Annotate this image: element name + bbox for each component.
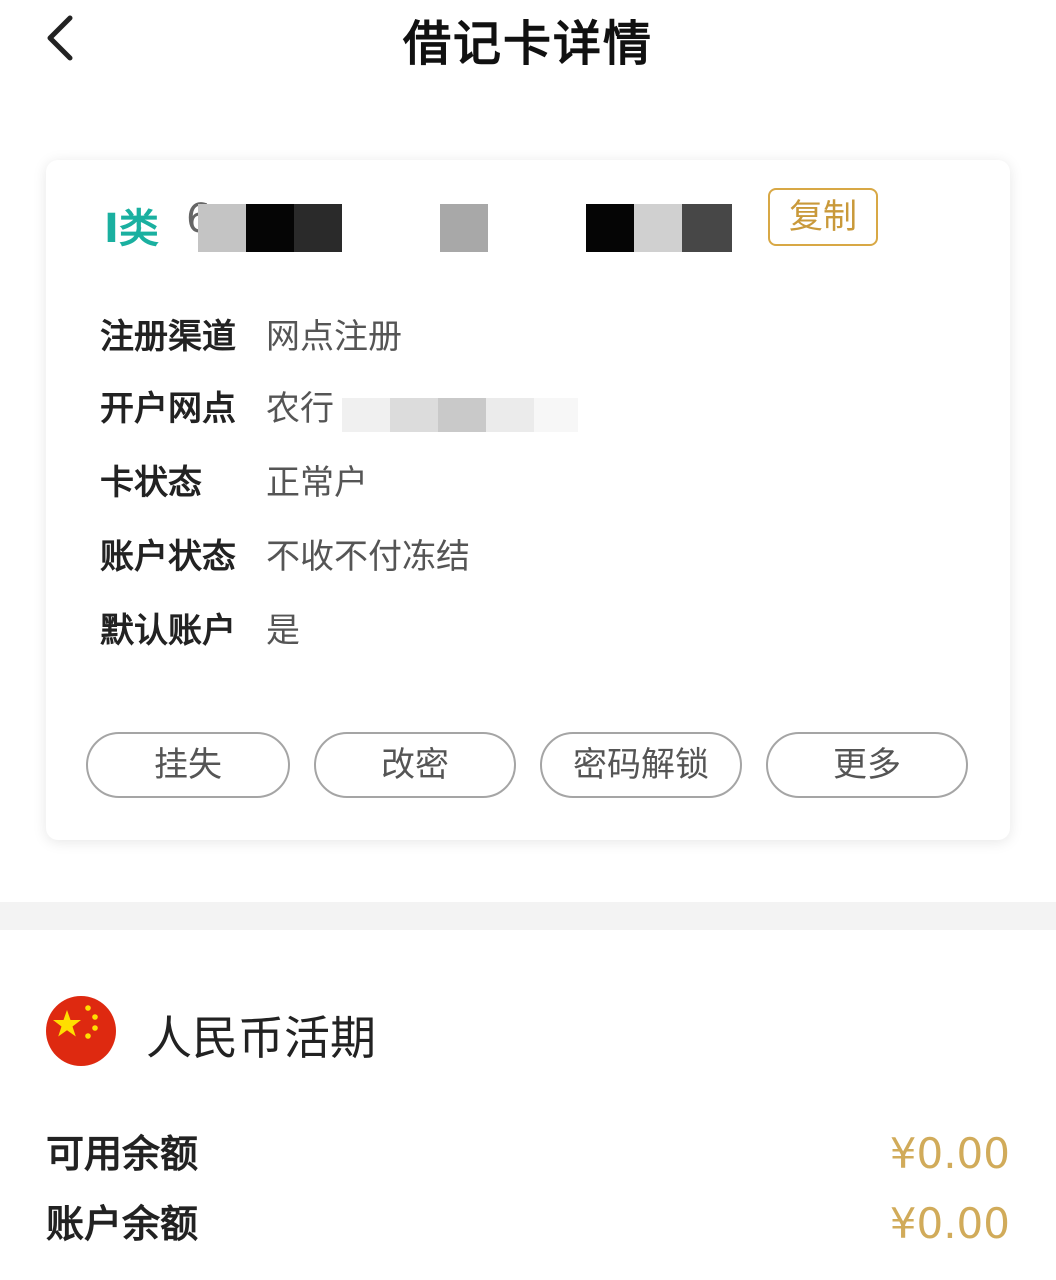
card-number-mask (440, 204, 488, 252)
report-loss-button[interactable]: 挂失 (86, 732, 290, 798)
change-password-button[interactable]: 改密 (314, 732, 516, 798)
copy-button[interactable]: 复制 (768, 188, 878, 246)
more-button[interactable]: 更多 (766, 732, 968, 798)
info-label: 注册渠道 (100, 317, 236, 357)
info-value: 农行 (266, 389, 334, 429)
china-flag-icon (46, 996, 116, 1066)
branch-name-mask (486, 398, 534, 432)
unlock-password-button[interactable]: 密码解锁 (540, 732, 742, 798)
info-value: 不收不付冻结 (266, 537, 470, 577)
info-value: 网点注册 (266, 317, 402, 357)
balance-value: ¥0.00 (889, 1199, 1010, 1248)
branch-name-mask (438, 398, 486, 432)
card-number-mask (682, 204, 732, 252)
section-divider (0, 902, 1056, 930)
branch-name-mask (390, 398, 438, 432)
balance-label: 账户余额 (46, 1202, 199, 1246)
page-title: 借记卡详情 (402, 16, 653, 72)
available-balance-row: 可用余额 ¥0.00 (46, 1124, 1010, 1184)
branch-name-mask (342, 398, 390, 432)
info-value: 是 (266, 611, 300, 651)
info-label: 账户状态 (100, 537, 236, 577)
balance-label: 可用余额 (46, 1132, 199, 1176)
card-number-mask (634, 204, 682, 252)
card-number-mask (246, 204, 294, 252)
info-value: 正常户 (266, 463, 368, 503)
balance-value: ¥0.00 (889, 1129, 1010, 1178)
card-type-label: Ⅰ类 (104, 206, 159, 252)
info-label: 卡状态 (100, 463, 202, 503)
debit-card-panel: Ⅰ类 6 复制 注册渠道 网点注册 开户网点 农行 卡状态 正常户 账户状态 不… (46, 160, 1010, 840)
top-bar: 借记卡详情 (0, 0, 1056, 80)
card-number-mask (198, 204, 246, 252)
info-label: 开户网点 (100, 389, 236, 429)
card-number-mask (586, 204, 634, 252)
account-balance-row: 账户余额 ¥0.00 (46, 1194, 1010, 1254)
info-label: 默认账户 (100, 611, 236, 651)
card-number-mask (294, 204, 342, 252)
currency-title: 人民币活期 (146, 1011, 376, 1065)
branch-name-mask (534, 398, 578, 432)
